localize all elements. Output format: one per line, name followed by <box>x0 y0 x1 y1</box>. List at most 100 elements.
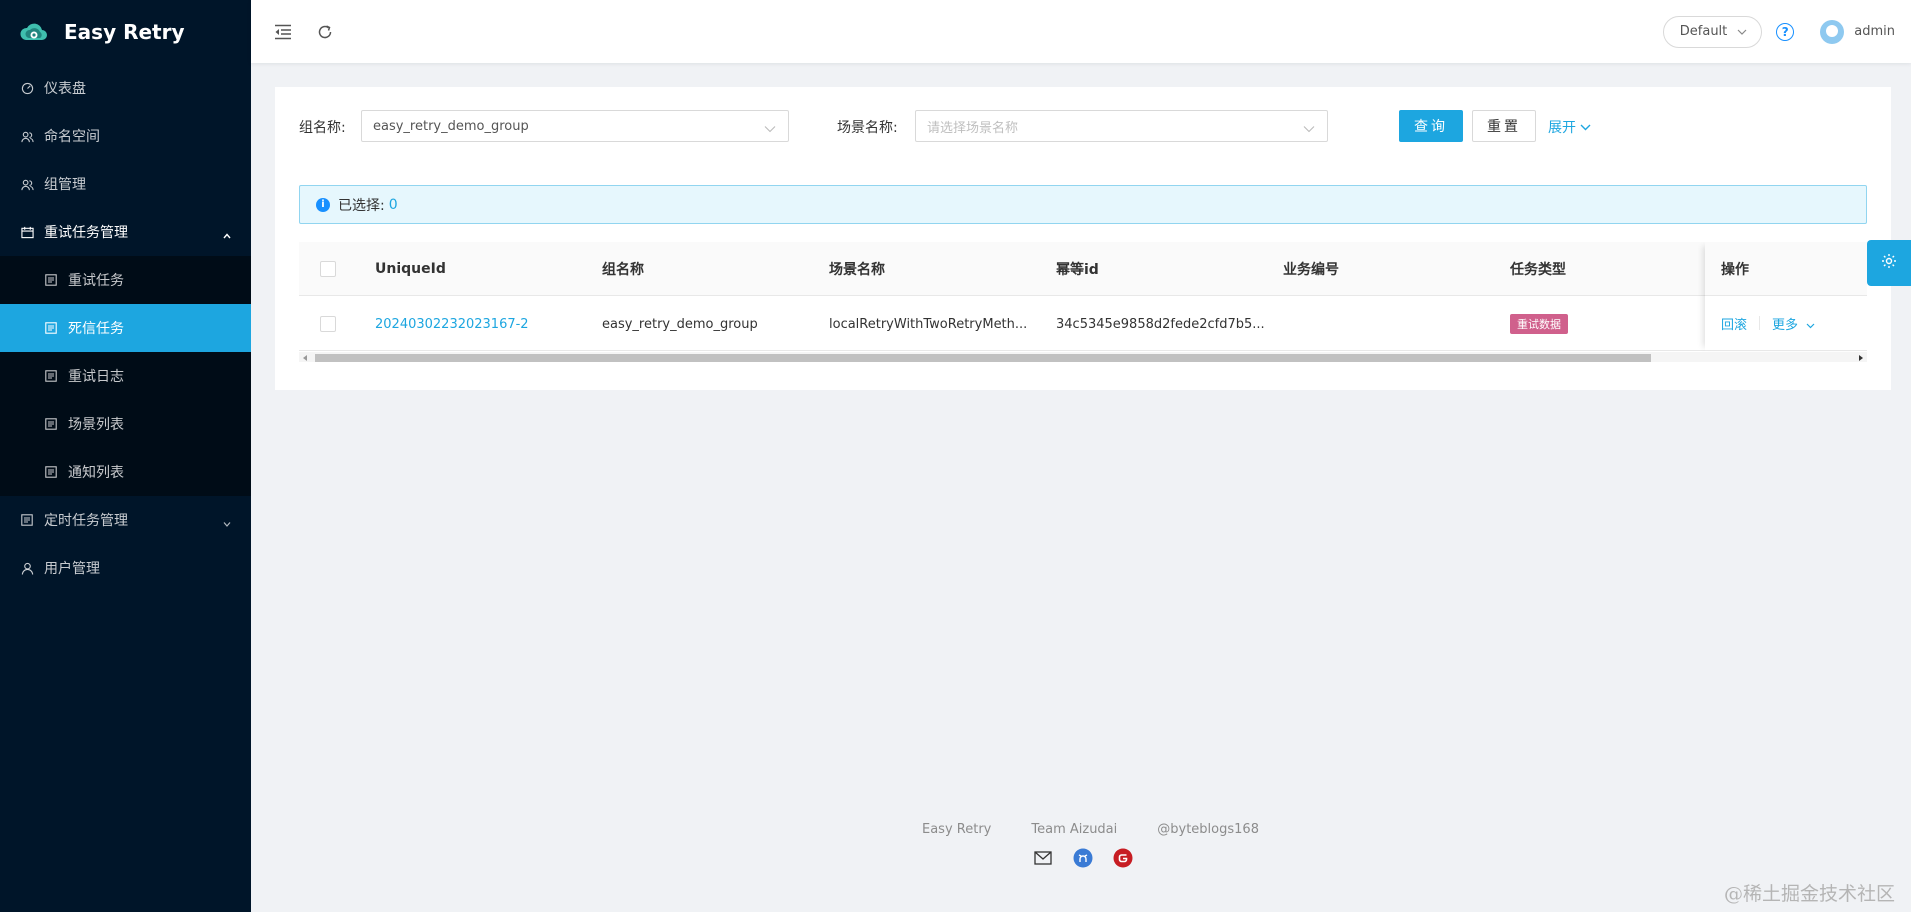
sidebar-item-scheduled-task-management[interactable]: 定时任务管理 <box>0 496 251 544</box>
sidebar-item-label: 定时任务管理 <box>44 513 128 529</box>
watermark: @稀土掘金技术社区 <box>1723 883 1895 905</box>
column-header-unique-id[interactable]: UniqueId <box>375 242 446 296</box>
chevron-up-icon <box>223 232 231 240</box>
team-icon <box>20 177 34 191</box>
footer-link-author[interactable]: @byteblogs168 <box>1157 822 1259 837</box>
query-button[interactable]: 查询 <box>1399 110 1463 142</box>
table-header: UniqueId 组名称 场景名称 幂等id 业务编号 任务类型 <box>299 242 1867 296</box>
setting-icon <box>1881 253 1897 273</box>
footer-link-team[interactable]: Team Aizudai <box>1031 822 1117 837</box>
task-type-tag: 重试数据 <box>1510 314 1568 334</box>
selection-alert: i 已选择: 0 <box>299 185 1867 224</box>
mail-icon[interactable] <box>1033 848 1053 868</box>
selection-label: 已选择: <box>338 197 385 214</box>
horizontal-scrollbar[interactable] <box>299 352 1867 362</box>
expand-link-label: 展开 <box>1548 120 1576 136</box>
rollback-link[interactable]: 回滚 <box>1721 314 1747 333</box>
cloud-logo-icon <box>18 16 50 48</box>
profile-icon <box>20 513 34 527</box>
namespace-select[interactable]: Default <box>1662 15 1763 48</box>
profile-icon <box>44 321 58 335</box>
scroll-right-arrow-icon[interactable] <box>1859 355 1863 361</box>
schedule-icon <box>20 225 34 239</box>
info-circle-icon: i <box>316 197 330 212</box>
scroll-left-arrow-icon[interactable] <box>303 355 307 361</box>
group-filter-label: 组名称: <box>299 120 346 136</box>
sidebar-item-label: 重试任务 <box>68 273 124 289</box>
actions-column: 操作 回滚 更多 <box>1705 242 1867 351</box>
chevron-down-icon <box>1806 323 1815 328</box>
task-type-cell: 重试数据 <box>1510 297 1568 351</box>
question-circle-icon[interactable]: ? <box>1776 22 1795 41</box>
footer-links: Easy Retry Team Aizudai @byteblogs168 <box>922 822 1259 837</box>
sidebar-item-label: 死信任务 <box>68 321 124 337</box>
sidebar-item-label: 重试任务管理 <box>44 225 128 241</box>
reload-icon[interactable] <box>315 22 335 42</box>
select-all-checkbox[interactable] <box>320 242 336 296</box>
gitee-icon[interactable] <box>1113 848 1133 868</box>
username[interactable]: admin <box>1854 24 1895 39</box>
content-card: 组名称: easy_retry_demo_group 场景名称: 请选择场景名称… <box>275 87 1891 390</box>
chevron-down-icon <box>1580 119 1591 135</box>
profile-icon <box>44 417 58 431</box>
dashboard-icon <box>20 81 34 95</box>
sidebar-item-label: 组管理 <box>44 177 86 193</box>
sidebar-item-retry-log[interactable]: 重试日志 <box>0 352 251 400</box>
sidebar: Easy Retry 仪表盘 命名空间 组管理 重试任务管理 重试任务 死信任务… <box>0 0 251 912</box>
avatar[interactable] <box>1820 19 1845 44</box>
chevron-down-icon <box>1737 24 1747 39</box>
sidebar-item-scene-list[interactable]: 场景列表 <box>0 400 251 448</box>
reset-button[interactable]: 重置 <box>1472 110 1536 142</box>
submenu-retry-task: 重试任务 死信任务 重试日志 场景列表 通知列表 <box>0 256 251 496</box>
settings-drawer-button[interactable] <box>1867 240 1911 286</box>
app-title: Easy Retry <box>64 20 185 44</box>
more-actions-dropdown[interactable]: 更多 <box>1772 314 1815 333</box>
column-header-group[interactable]: 组名称 <box>602 242 644 296</box>
footer-icons <box>1033 848 1133 868</box>
namespace-value: Default <box>1679 24 1728 39</box>
footer-link-easy-retry[interactable]: Easy Retry <box>922 822 991 837</box>
sidebar-item-notify-list[interactable]: 通知列表 <box>0 448 251 496</box>
profile-icon <box>44 273 58 287</box>
action-divider <box>1759 316 1761 330</box>
table-row: 20240302232023167-2 easy_retry_demo_grou… <box>299 297 1867 351</box>
column-header-actions: 操作 <box>1705 242 1867 296</box>
chevron-down-icon <box>223 520 231 528</box>
sidebar-item-label: 场景列表 <box>68 417 124 433</box>
sidebar-item-retry-task-management[interactable]: 重试任务管理 <box>0 208 251 256</box>
sidebar-item-dead-letter-task[interactable]: 死信任务 <box>0 304 251 352</box>
sidebar-item-group[interactable]: 组管理 <box>0 160 251 208</box>
profile-icon <box>44 369 58 383</box>
column-header-idempotent-id[interactable]: 幂等id <box>1056 242 1099 296</box>
row-actions: 回滚 更多 <box>1705 296 1867 351</box>
scene-filter-label: 场景名称: <box>837 120 898 136</box>
idempotent-id-cell: 34c5345e9858d2fede2cfd7b5... <box>1056 316 1265 332</box>
expand-filters-link[interactable]: 展开 <box>1548 117 1591 137</box>
group-select[interactable]: easy_retry_demo_group <box>361 110 789 142</box>
sidebar-item-label: 命名空间 <box>44 129 100 145</box>
scene-select[interactable]: 请选择场景名称 <box>915 110 1328 142</box>
sidebar-item-dashboard[interactable]: 仪表盘 <box>0 64 251 112</box>
sidebar-item-retry-task[interactable]: 重试任务 <box>0 256 251 304</box>
column-header-scene[interactable]: 场景名称 <box>829 242 885 296</box>
column-header-biz-no[interactable]: 业务编号 <box>1283 242 1339 296</box>
column-header-task-type[interactable]: 任务类型 <box>1510 242 1566 296</box>
top-header: Default ? admin <box>251 0 1911 63</box>
sidebar-item-namespace[interactable]: 命名空间 <box>0 112 251 160</box>
sidebar-item-user-management[interactable]: 用户管理 <box>0 544 251 592</box>
group-select-value: easy_retry_demo_group <box>373 118 529 134</box>
user-icon <box>20 561 34 575</box>
menu-fold-icon[interactable] <box>273 22 293 42</box>
dead-letter-table: UniqueId 组名称 场景名称 幂等id 业务编号 任务类型 2024030… <box>299 242 1867 362</box>
sidebar-item-label: 重试日志 <box>68 369 124 385</box>
chevron-down-icon <box>1303 122 1315 137</box>
unique-id-link[interactable]: 20240302232023167-2 <box>375 297 529 351</box>
more-actions-label: 更多 <box>1772 317 1799 333</box>
scene-cell: localRetryWithTwoRetryMeth... <box>829 316 1028 332</box>
scrollbar-thumb[interactable] <box>315 354 1651 362</box>
row-checkbox[interactable] <box>320 297 336 351</box>
github-icon[interactable] <box>1073 848 1093 868</box>
profile-icon <box>44 465 58 479</box>
logo[interactable]: Easy Retry <box>0 0 251 64</box>
sidebar-item-label: 仪表盘 <box>44 81 86 97</box>
